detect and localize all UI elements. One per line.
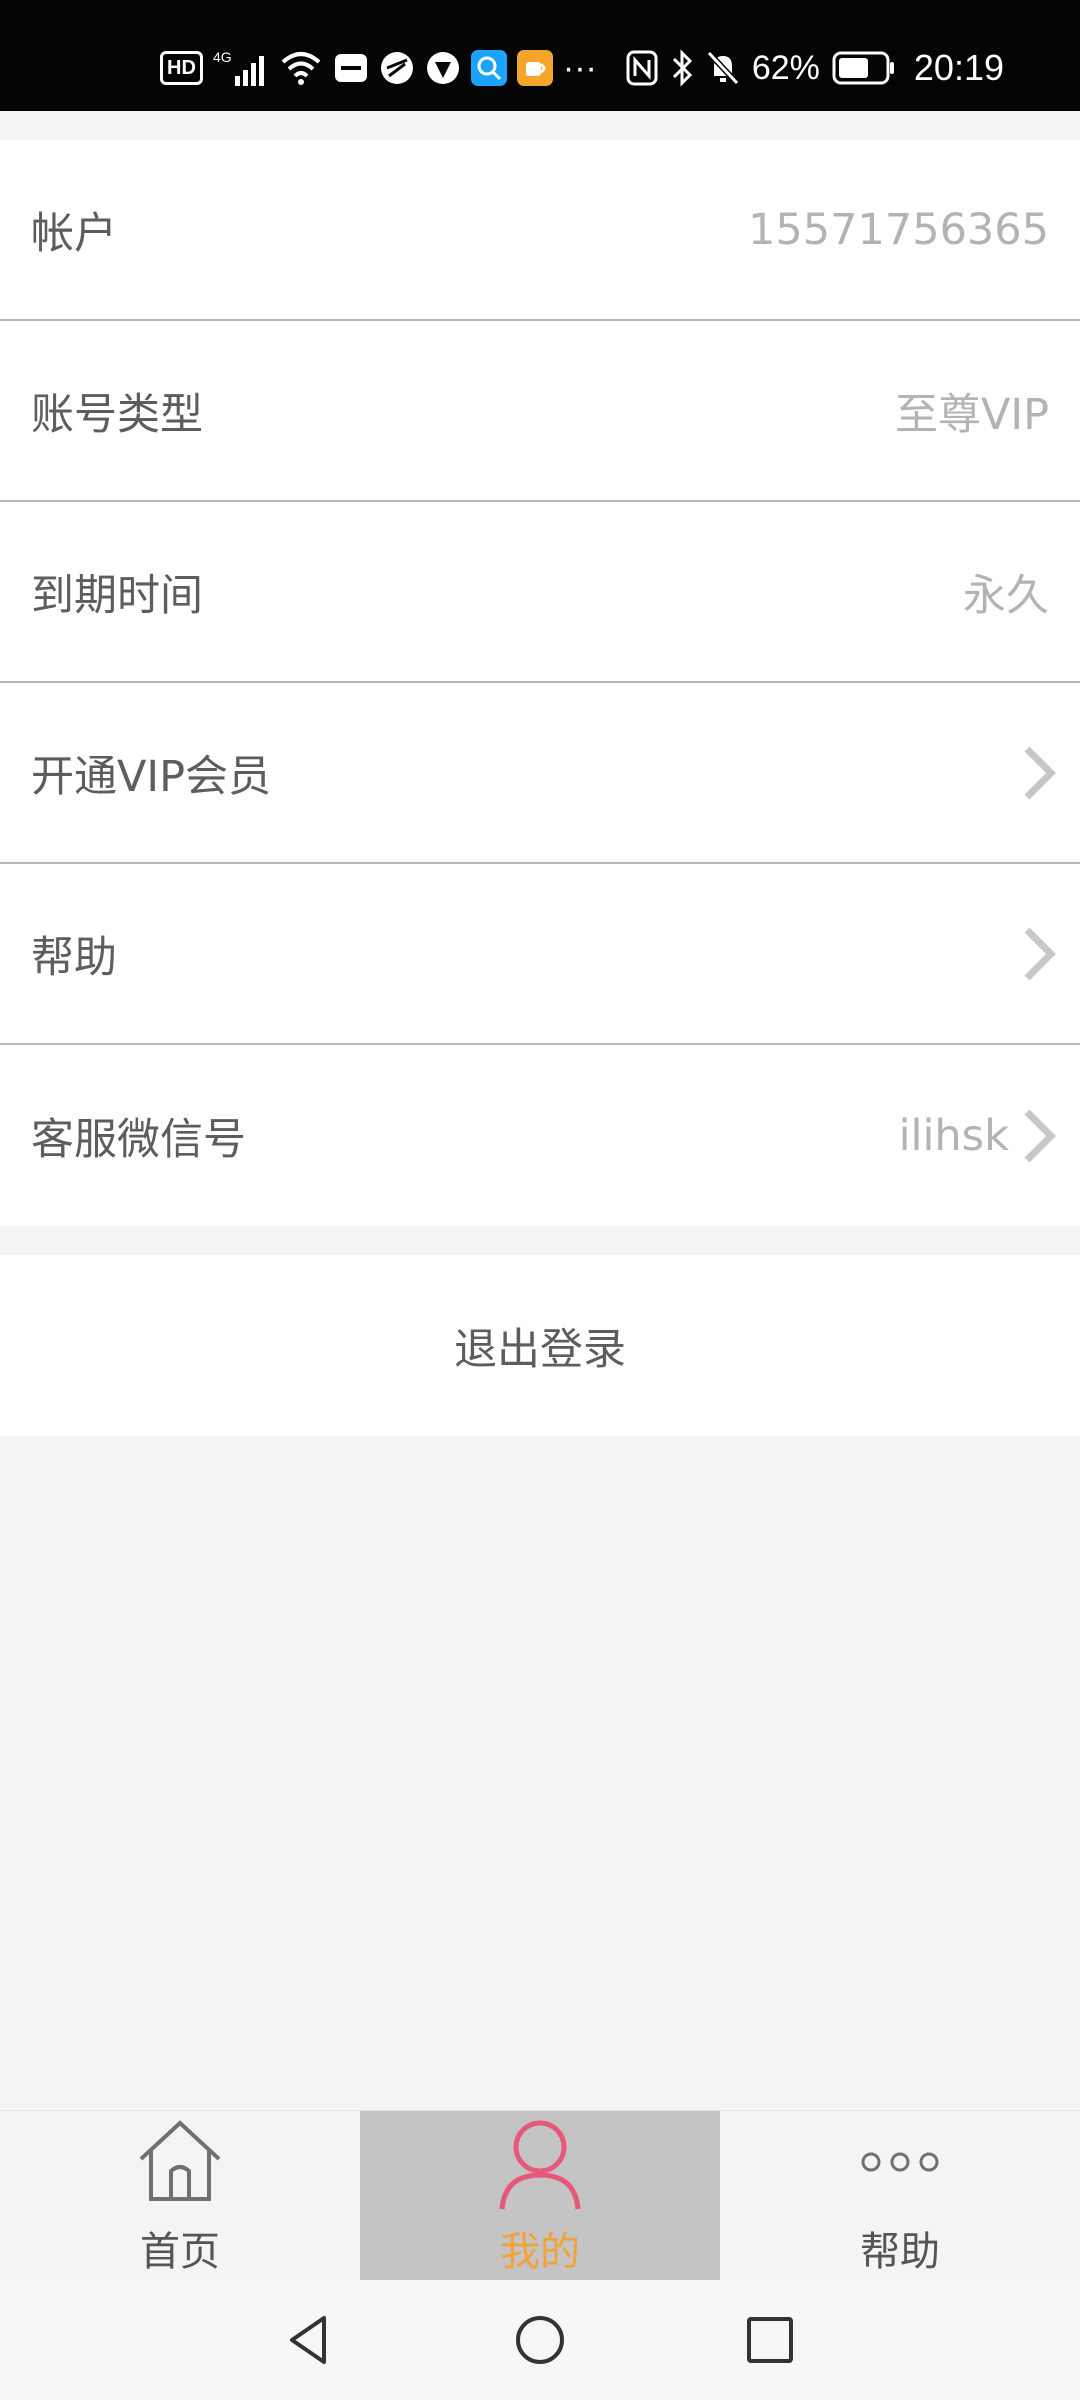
logout-button[interactable]: 退出登录 — [0, 1255, 1080, 1436]
signal-icon: 4G — [213, 48, 269, 88]
chevron-right-icon — [1024, 1109, 1056, 1162]
row-label: 帮助 — [31, 932, 117, 983]
battery-icon — [832, 48, 896, 88]
more-dots-icon — [861, 2152, 939, 2172]
person-icon — [499, 2120, 581, 2210]
account-row: 帐户 15571756365 — [0, 140, 1080, 321]
status-bar: HD 4G ··· 62% 20:19 — [0, 0, 1080, 111]
support-wechat-row[interactable]: 客服微信号 ilihsk — [0, 1045, 1080, 1226]
tab-home[interactable]: 首页 — [0, 2111, 360, 2281]
tab-label: 帮助 — [860, 2229, 940, 2275]
status-icons-right: 62% 20:19 — [626, 44, 1004, 92]
network-type: 4G — [213, 49, 232, 65]
wifi-icon — [279, 48, 323, 88]
tab-label: 首页 — [140, 2229, 220, 2275]
wechat-id-value: ilihsk — [898, 1110, 1009, 1161]
row-label: 到期时间 — [31, 570, 203, 621]
clock: 20:19 — [913, 47, 1004, 88]
account-number: 15571756365 — [748, 204, 1049, 255]
home-circle-icon[interactable] — [510, 2310, 570, 2370]
expiry-row: 到期时间 永久 — [0, 502, 1080, 683]
app-icon — [379, 48, 415, 88]
expiry-value: 永久 — [963, 570, 1049, 621]
home-icon — [139, 2120, 221, 2201]
logout-label: 退出登录 — [454, 1324, 626, 1375]
more-icon: ··· — [562, 49, 597, 87]
account-type-value: 至尊VIP — [894, 389, 1049, 440]
mute-icon — [706, 48, 740, 88]
cup-app-icon — [516, 48, 553, 88]
row-label: 帐户 — [31, 208, 117, 259]
app-icon — [425, 48, 461, 88]
help-row[interactable]: 帮助 — [0, 864, 1080, 1045]
recents-icon[interactable] — [740, 2310, 800, 2370]
status-icons-left: HD 4G ··· — [160, 44, 597, 92]
huawei-icon — [333, 48, 369, 88]
back-icon[interactable] — [280, 2310, 340, 2370]
row-label: 账号类型 — [31, 389, 203, 440]
bottom-tab-bar: 首页 我的 帮助 — [0, 2110, 1080, 2281]
tab-help[interactable]: 帮助 — [720, 2111, 1080, 2281]
hd-icon: HD — [160, 51, 203, 85]
battery-percent: 62% — [751, 49, 820, 87]
tab-mine[interactable]: 我的 — [360, 2111, 720, 2281]
search-app-icon — [470, 48, 507, 88]
row-label: 客服微信号 — [31, 1114, 246, 1165]
open-vip-row[interactable]: 开通VIP会员 — [0, 683, 1080, 864]
chevron-right-icon — [1024, 927, 1056, 980]
account-type-row: 账号类型 至尊VIP — [0, 321, 1080, 502]
nfc-icon — [626, 48, 658, 88]
chevron-right-icon — [1024, 746, 1056, 799]
tab-label: 我的 — [500, 2229, 580, 2275]
bluetooth-icon — [670, 48, 694, 88]
system-nav-bar — [0, 2280, 1080, 2400]
row-label: 开通VIP会员 — [31, 751, 272, 802]
account-settings-list: 帐户 15571756365 账号类型 至尊VIP 到期时间 永久 开通VIP会… — [0, 140, 1080, 1226]
